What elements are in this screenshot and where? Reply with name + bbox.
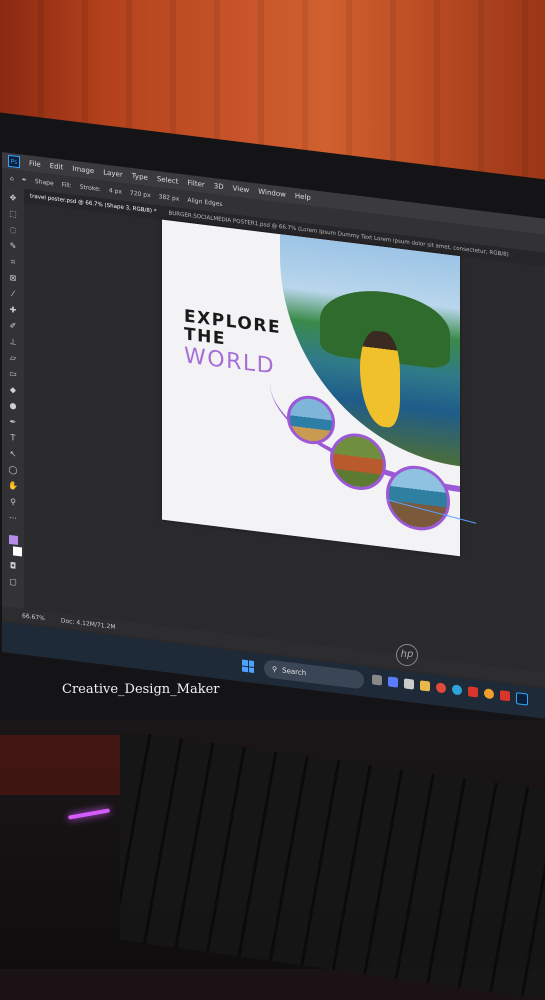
align-edges-checkbox[interactable]: Align Edges bbox=[187, 196, 222, 207]
type-tool-icon[interactable]: T bbox=[8, 433, 18, 444]
mode-select[interactable]: Shape bbox=[35, 178, 54, 187]
chat-icon[interactable] bbox=[388, 676, 398, 688]
windows-start-icon[interactable] bbox=[242, 659, 254, 673]
hp-logo-text: hp bbox=[400, 649, 414, 660]
zoom-level[interactable]: 66.67% bbox=[22, 612, 45, 622]
zoom-tool-icon[interactable]: ⚲ bbox=[8, 497, 18, 508]
photoshop-taskbar-icon[interactable] bbox=[516, 692, 528, 706]
healing-brush-icon[interactable]: ✚ bbox=[8, 305, 18, 316]
path-select-icon[interactable]: ↖ bbox=[8, 449, 18, 460]
credit-watermark: Creative_Design_Maker bbox=[62, 682, 220, 697]
marquee-tool-icon[interactable]: ⬚ bbox=[8, 209, 18, 220]
stroke-label: Stroke: bbox=[79, 183, 101, 193]
edge-icon[interactable] bbox=[452, 684, 462, 696]
move-tool-icon[interactable]: ✥ bbox=[8, 193, 18, 204]
eraser-tool-icon[interactable]: ▱ bbox=[8, 353, 18, 364]
screen-mode-icon[interactable]: ▢ bbox=[8, 577, 18, 588]
menu-window[interactable]: Window bbox=[258, 187, 286, 198]
crop-tool-icon[interactable]: ⌗ bbox=[8, 257, 18, 268]
lasso-tool-icon[interactable]: ◌ bbox=[8, 225, 18, 236]
more-tools-icon[interactable]: ⋯ bbox=[8, 513, 18, 524]
quick-mask-icon[interactable]: ◘ bbox=[8, 561, 18, 572]
menu-3d[interactable]: 3D bbox=[214, 182, 224, 191]
red-cloth bbox=[0, 735, 120, 795]
chrome-icon[interactable] bbox=[436, 682, 446, 694]
menu-help[interactable]: Help bbox=[295, 192, 311, 202]
fill-label: Fill: bbox=[61, 180, 72, 190]
photoshop-logo-icon: Ps bbox=[8, 154, 20, 169]
brush-tool-icon[interactable]: ✐ bbox=[8, 321, 18, 332]
blur-tool-icon[interactable]: ◆ bbox=[8, 385, 18, 396]
menu-file[interactable]: File bbox=[29, 159, 41, 168]
frame-tool-icon[interactable]: ⊠ bbox=[8, 273, 18, 284]
clone-stamp-icon[interactable]: ⊥ bbox=[8, 337, 18, 348]
menu-type[interactable]: Type bbox=[132, 172, 148, 182]
stroke-size[interactable]: 4 px bbox=[109, 187, 122, 196]
pen-tool-icon[interactable]: ✒ bbox=[22, 176, 27, 184]
gradient-tool-icon[interactable]: ▭ bbox=[8, 369, 18, 380]
laptop-screen: Ps File Edit Image Layer Type Select Fil… bbox=[2, 152, 545, 721]
taskview-icon[interactable] bbox=[372, 674, 382, 686]
background-color-swatch[interactable] bbox=[12, 546, 22, 557]
menu-view[interactable]: View bbox=[233, 184, 250, 194]
taskbar-search[interactable]: ⚲ Search bbox=[264, 659, 364, 690]
quick-select-icon[interactable]: ✎ bbox=[8, 241, 18, 252]
hand-tool-icon[interactable]: ✋ bbox=[8, 481, 18, 492]
menu-edit[interactable]: Edit bbox=[50, 162, 64, 172]
widgets-icon[interactable] bbox=[404, 678, 414, 690]
poster-headline: EXPLORE THE WORLD bbox=[184, 306, 281, 381]
file-explorer-icon[interactable] bbox=[420, 680, 430, 692]
shape-tool-icon[interactable]: ◯ bbox=[8, 465, 18, 476]
tools-panel: ✥ ⬚ ◌ ✎ ⌗ ⊠ ⁄ ✚ ✐ ⊥ ▱ ▭ ◆ ● ✒ T ↖ ◯ ✋ ⚲ … bbox=[2, 186, 24, 615]
foreground-color-swatch[interactable] bbox=[8, 534, 18, 545]
menu-filter[interactable]: Filter bbox=[187, 179, 204, 189]
height-field[interactable]: 382 px bbox=[159, 193, 180, 203]
firefox-icon[interactable] bbox=[484, 688, 494, 700]
menu-select[interactable]: Select bbox=[157, 175, 179, 186]
app-icon-shield[interactable] bbox=[500, 690, 510, 702]
dodge-tool-icon[interactable]: ● bbox=[8, 401, 18, 412]
doc-size: Doc: 4.12M/71.2M bbox=[60, 616, 116, 631]
menu-layer[interactable]: Layer bbox=[103, 168, 123, 178]
app-icon-red[interactable] bbox=[468, 686, 478, 698]
home-icon[interactable]: ⌂ bbox=[10, 174, 14, 181]
search-icon: ⚲ bbox=[272, 665, 278, 674]
pen-tool-icon-side[interactable]: ✒ bbox=[8, 417, 18, 428]
search-label: Search bbox=[282, 666, 307, 678]
width-field[interactable]: 720 px bbox=[130, 189, 151, 199]
eyedropper-icon[interactable]: ⁄ bbox=[8, 289, 18, 300]
menu-image[interactable]: Image bbox=[72, 165, 94, 176]
hp-logo: hp bbox=[396, 644, 418, 666]
